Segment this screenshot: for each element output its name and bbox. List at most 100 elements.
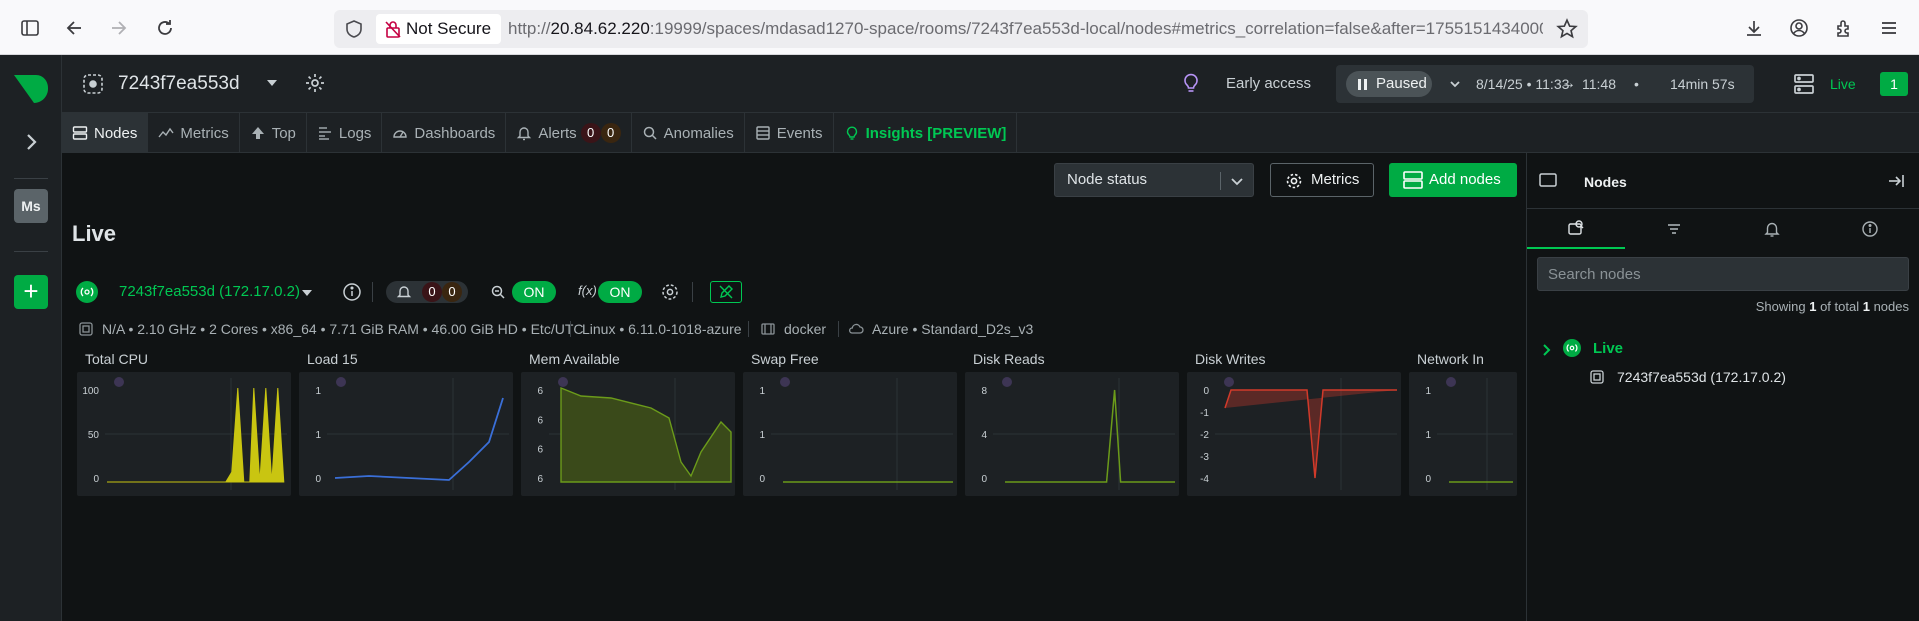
tab-nodes[interactable]: Nodes <box>62 113 149 153</box>
address-bar[interactable]: Not Secure http://20.84.62.220:19999/spa… <box>334 10 1588 48</box>
url-text[interactable]: http://20.84.62.220:19999/spaces/mdasad1… <box>508 19 1543 39</box>
rail-divider <box>14 178 48 179</box>
live-nodes-count[interactable]: 1 <box>1880 72 1908 96</box>
node-settings-gear-icon[interactable] <box>660 282 680 302</box>
info-icon[interactable] <box>342 282 362 302</box>
collapse-panel-icon[interactable] <box>1886 171 1906 191</box>
date-range-picker[interactable]: Paused 8/14/25 • 11:33 → 11:48 • 14min 5… <box>1336 65 1754 103</box>
functions-toggle[interactable]: ON <box>598 281 642 303</box>
chart-card[interactable]: 6 6 6 6 <box>521 372 735 496</box>
bookmark-star-icon[interactable] <box>1556 18 1578 40</box>
tab-insights[interactable]: Insights [PREVIEW] <box>834 113 1018 153</box>
tab-logs[interactable]: Logs <box>307 113 383 153</box>
play-pause-button[interactable]: Paused <box>1346 71 1432 97</box>
chart-card[interactable]: 0 -1 -2 -3 -4 <box>1187 372 1401 496</box>
chart-tick-label: 8 <box>981 386 987 397</box>
tracking-shield-icon[interactable] <box>344 19 364 39</box>
paused-label: Paused <box>1376 75 1427 92</box>
early-access-lightbulb-icon[interactable] <box>1180 72 1202 94</box>
node-search-icon <box>1568 220 1584 235</box>
left-rail: Ms + <box>0 55 62 621</box>
chart-tick-label: 0 <box>1203 386 1209 397</box>
nodes-stack-icon[interactable] <box>1792 72 1816 96</box>
time-range-start: 8/14/25 • 11:33 <box>1476 76 1570 92</box>
warning-alerts-count: 0 <box>600 123 621 143</box>
logs-icon <box>318 127 331 140</box>
tab-label: Nodes <box>94 124 138 142</box>
node-hardware-specs: N/A • 2.10 GHz • 2 Cores • x86_64 • 7.71… <box>102 321 584 337</box>
node-os-info: Linux • 6.11.0-1018-azure <box>582 321 742 337</box>
chart-card[interactable]: 100 50 0 <box>77 372 291 496</box>
edit-node-button[interactable] <box>710 281 742 303</box>
page-title: Live <box>72 221 117 246</box>
chart-title: Total CPU <box>85 351 149 367</box>
divider <box>372 282 373 302</box>
anomalies-search-icon <box>643 126 657 140</box>
chart-card[interactable]: 1 1 0 <box>743 372 957 496</box>
chevron-down-icon[interactable] <box>264 75 280 91</box>
live-nodes-label[interactable]: Live <box>1830 76 1856 92</box>
node-name-link[interactable]: 7243f7ea553d (172.17.0.2) <box>119 283 300 300</box>
panel-tab-info[interactable] <box>1821 209 1919 249</box>
bell-icon <box>396 286 412 298</box>
panel-title: Nodes <box>1584 174 1627 190</box>
chart-tick-label: 0 <box>93 474 99 485</box>
tab-anomalies[interactable]: Anomalies <box>632 113 745 153</box>
early-access-link[interactable]: Early access <box>1226 75 1311 92</box>
group-by-select[interactable]: Node status <box>1054 163 1254 197</box>
metric-correlation-toggle[interactable]: ON <box>512 281 556 303</box>
url-path: :19999/spaces/mdasad1270-space/rooms/724… <box>649 19 1543 38</box>
menu-hamburger-icon[interactable] <box>1875 14 1903 42</box>
add-nodes-button[interactable]: Add nodes <box>1389 163 1517 197</box>
chevron-down-icon[interactable] <box>300 286 314 300</box>
tab-alerts[interactable]: Alerts 00 <box>506 113 632 153</box>
sparkline-chart: 6 6 6 6 <box>537 377 732 490</box>
chart-anomaly-dot <box>1446 377 1456 387</box>
tab-label: Dashboards <box>414 124 496 142</box>
node-cloud-info: Azure • Standard_D2s_v3 <box>872 321 1034 337</box>
room-settings-gear-icon[interactable] <box>304 72 326 94</box>
chart-card[interactable]: 1 1 0 <box>1409 372 1517 496</box>
node-container-info: docker <box>784 321 827 337</box>
node-list-item[interactable]: 7243f7ea553d (172.17.0.2) <box>1617 369 1786 385</box>
space-avatar[interactable]: Ms <box>14 189 48 223</box>
chart-tick-label: 100 <box>82 386 99 397</box>
chevron-right-icon[interactable] <box>1539 343 1553 357</box>
room-name[interactable]: 7243f7ea553d <box>118 73 240 95</box>
account-icon[interactable] <box>1785 14 1813 42</box>
chart-tick-label: 0 <box>315 474 321 485</box>
add-space-button[interactable]: + <box>14 275 48 309</box>
sidebar-toggle-icon[interactable] <box>16 14 44 42</box>
not-secure-badge[interactable]: Not Secure <box>376 14 502 44</box>
back-arrow-icon[interactable] <box>61 14 89 42</box>
pause-icon <box>1358 79 1368 90</box>
panel-tab-nodes[interactable] <box>1527 209 1625 249</box>
panel-tab-filters[interactable] <box>1625 209 1723 249</box>
nodes-side-panel: Nodes Showing 1 of total 1 nodes Live 72… <box>1526 153 1919 621</box>
node-group-live[interactable]: Live <box>1593 340 1623 357</box>
search-nodes-input[interactable] <box>1537 257 1909 291</box>
reload-icon[interactable] <box>151 14 179 42</box>
chart-card[interactable]: 1 1 0 <box>299 372 513 496</box>
panel-tab-alerts[interactable] <box>1723 209 1821 249</box>
forward-arrow-icon[interactable] <box>104 14 132 42</box>
sparkline-chart: 1 1 0 <box>315 377 509 490</box>
downloads-icon[interactable] <box>1740 14 1768 42</box>
chart-title: Disk Reads <box>973 351 1045 367</box>
node-alerts-badge[interactable]: 0 0 <box>386 281 468 303</box>
nodes-count-summary: Showing 1 of total 1 nodes <box>1756 299 1909 314</box>
add-nodes-label: Add nodes <box>1429 171 1501 188</box>
metrics-settings-button[interactable]: Metrics <box>1270 163 1374 197</box>
chart-card[interactable]: 8 4 0 <box>965 372 1179 496</box>
room-header: 7243f7ea553d Early access Paused 8/14/25… <box>62 55 1919 113</box>
tab-dashboards[interactable]: Dashboards <box>382 113 507 153</box>
expand-chevron-icon[interactable] <box>20 131 42 153</box>
extensions-icon[interactable] <box>1830 14 1858 42</box>
netdata-logo-icon[interactable] <box>12 73 50 105</box>
tab-metrics[interactable]: Metrics <box>148 113 240 153</box>
tab-events[interactable]: Events <box>745 113 834 153</box>
bell-icon <box>1764 222 1780 237</box>
chevron-down-icon[interactable] <box>1448 77 1462 91</box>
tab-top[interactable]: Top <box>240 113 307 153</box>
chart-anomaly-dot <box>336 377 346 387</box>
